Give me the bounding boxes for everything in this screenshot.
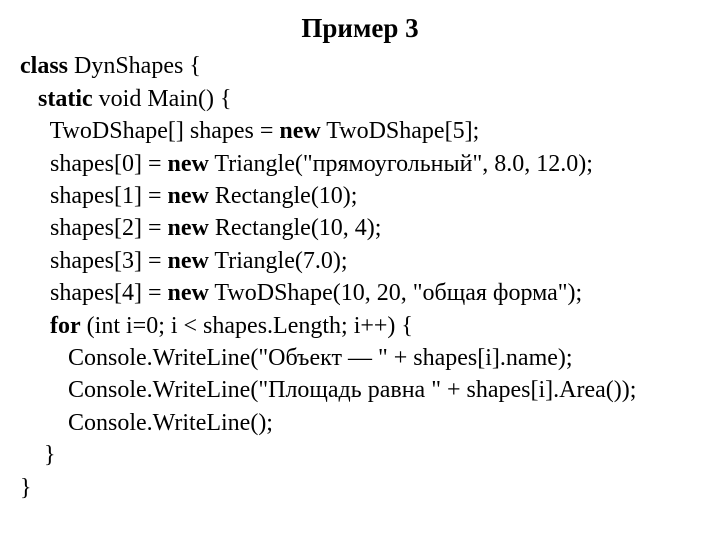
code-text: }	[20, 475, 32, 501]
code-text: shapes[1] =	[20, 183, 168, 209]
code-text	[20, 313, 50, 339]
code-text: shapes[3] =	[20, 248, 168, 274]
kw-class: class	[20, 53, 68, 79]
kw-new: new	[168, 215, 209, 241]
code-text: Console.WriteLine("Объект — " + shapes[i…	[20, 345, 573, 371]
kw-new: new	[168, 151, 209, 177]
code-text: TwoDShape[] shapes =	[20, 118, 279, 144]
code-text: shapes[2] =	[20, 215, 168, 241]
code-text	[20, 86, 38, 112]
code-text: TwoDShape(10, 20, "общая форма");	[209, 280, 582, 306]
kw-for: for	[50, 313, 81, 339]
code-text: Console.WriteLine("Площадь равна " + sha…	[20, 377, 636, 403]
code-text: Rectangle(10, 4);	[209, 215, 382, 241]
kw-new: new	[168, 280, 209, 306]
code-text: shapes[4] =	[20, 280, 168, 306]
slide-title: Пример 3	[20, 10, 700, 46]
code-text: Rectangle(10);	[209, 183, 358, 209]
kw-new: new	[279, 118, 320, 144]
code-text: void Main() {	[93, 86, 232, 112]
code-block: class DynShapes { static void Main() { T…	[20, 50, 700, 503]
code-text: TwoDShape[5];	[321, 118, 480, 144]
code-text: Triangle("прямоугольный", 8.0, 12.0);	[209, 151, 593, 177]
kw-new: new	[168, 183, 209, 209]
kw-static: static	[38, 86, 93, 112]
code-text: }	[20, 442, 56, 468]
code-text: Console.WriteLine();	[20, 410, 273, 436]
code-text: (int i=0; i < shapes.Length; i++) {	[81, 313, 413, 339]
code-text: Triangle(7.0);	[209, 248, 348, 274]
code-text: shapes[0] =	[20, 151, 168, 177]
code-text: DynShapes {	[68, 53, 201, 79]
kw-new: new	[168, 248, 209, 274]
